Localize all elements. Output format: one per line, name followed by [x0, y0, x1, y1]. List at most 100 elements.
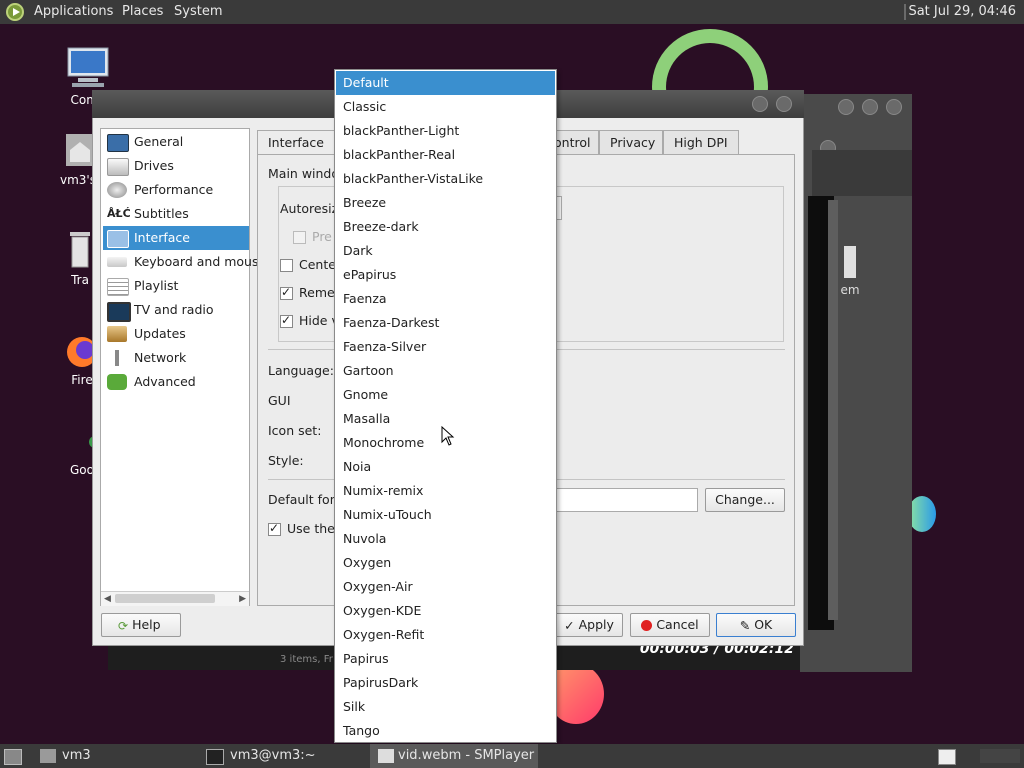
dropdown-item[interactable]: Papirus	[336, 647, 555, 671]
dropdown-item[interactable]: ePapirus	[336, 263, 555, 287]
sidebar-item-subtitles[interactable]: ÅŁĆ Subtitles	[103, 202, 249, 226]
pre-checkbox[interactable]	[293, 231, 306, 244]
language-label: Language:	[268, 363, 334, 378]
center-checkbox[interactable]	[280, 259, 293, 272]
icon-set-label: Icon set:	[268, 423, 322, 438]
taskbar-item-smplayer[interactable]: vid.webm - SMPlayer	[370, 744, 538, 768]
dropdown-item[interactable]: Gartoon	[336, 359, 555, 383]
sidebar-item-performance[interactable]: Performance	[103, 178, 249, 202]
dropdown-item[interactable]: PapirusDark	[336, 671, 555, 695]
dropdown-item[interactable]: Dark	[336, 239, 555, 263]
minimize-icon[interactable]	[752, 96, 768, 112]
hide-checkbox[interactable]	[280, 313, 293, 328]
dropdown-item[interactable]: blackPanther-Real	[336, 143, 555, 167]
distro-logo-icon[interactable]	[6, 3, 24, 21]
minimize-icon[interactable]	[838, 99, 854, 115]
scroll-thumb[interactable]	[115, 594, 215, 603]
dropdown-item[interactable]: Faenza-Silver	[336, 335, 555, 359]
tab-high-dpi[interactable]: High DPI	[663, 130, 739, 154]
dropdown-item[interactable]: Oxygen	[336, 551, 555, 575]
dropdown-item[interactable]: Breeze-dark	[336, 215, 555, 239]
smplayer-scrollbar[interactable]	[828, 200, 838, 620]
preferences-sidebar[interactable]: General Drives Performance ÅŁĆ Subtitles…	[100, 128, 266, 606]
taskbar-item-terminal[interactable]: vm3@vm3:~	[230, 744, 316, 768]
menu-places[interactable]: Places	[122, 0, 163, 24]
dropdown-item[interactable]: blackPanther-VistaLike	[336, 167, 555, 191]
dropdown-item[interactable]: Silk	[336, 695, 555, 719]
dropdown-item[interactable]: Tango	[336, 719, 555, 743]
workspace-empty[interactable]	[980, 749, 1020, 763]
file-icon	[844, 246, 856, 278]
menu-applications[interactable]: Applications	[34, 0, 113, 24]
tab-privacy[interactable]: Privacy	[599, 130, 663, 154]
sidebar-item-network[interactable]: Network	[103, 346, 249, 370]
clock[interactable]: Sat Jul 29, 04:46	[908, 0, 1016, 24]
dropdown-item[interactable]: Nuvola	[336, 527, 555, 551]
main-window-group-label: Main windo	[268, 166, 340, 181]
help-button[interactable]: ⟳ Help	[101, 613, 181, 637]
remember-checkbox[interactable]	[280, 285, 293, 300]
subtitles-icon: ÅŁĆ	[107, 207, 131, 220]
maximize-icon[interactable]	[862, 99, 878, 115]
playlist-icon	[107, 278, 129, 296]
sidebar-item-tv-radio[interactable]: TV and radio	[103, 298, 249, 322]
panel-separator	[904, 4, 906, 20]
status-items-text: 3 items, Fr	[280, 654, 333, 665]
dropdown-item[interactable]: Numix-uTouch	[336, 503, 555, 527]
dropdown-item[interactable]: Numix-remix	[336, 479, 555, 503]
updates-icon	[107, 326, 127, 342]
sidebar-item-drives[interactable]: Drives	[103, 154, 249, 178]
change-font-button[interactable]: Change...	[705, 488, 785, 512]
close-icon[interactable]	[886, 99, 902, 115]
advanced-icon	[107, 374, 127, 390]
tab-interface[interactable]: Interface	[257, 130, 335, 155]
terminal-icon	[206, 749, 224, 765]
dropdown-item[interactable]: Faenza-Darkest	[336, 311, 555, 335]
folder-icon	[40, 749, 56, 763]
bottom-taskbar: vm3 vm3@vm3:~ vid.webm - SMPlayer	[0, 744, 1024, 768]
sidebar-item-general[interactable]: General	[103, 130, 249, 154]
workspace-switcher-icon[interactable]	[938, 749, 956, 765]
dropdown-item[interactable]: Oxygen-Refit	[336, 623, 555, 647]
gui-label: GUI	[268, 393, 291, 408]
wallpaper-shape-blue	[908, 496, 936, 532]
dropdown-item[interactable]: blackPanther-Light	[336, 119, 555, 143]
dropdown-item[interactable]: Gnome	[336, 383, 555, 407]
general-icon	[107, 134, 129, 152]
icon-set-dropdown-list[interactable]: Default Classic blackPanther-Light blackPan…	[334, 69, 557, 743]
smplayer-icon	[378, 749, 394, 763]
sidebar-horizontal-scrollbar[interactable]: ◀ ▶	[101, 591, 249, 606]
apply-button[interactable]: ✓ Apply	[555, 613, 623, 637]
sidebar-item-interface[interactable]: Interface	[103, 226, 249, 250]
dropdown-item[interactable]: Faenza	[336, 287, 555, 311]
sidebar-item-updates[interactable]: Updates	[103, 322, 249, 346]
tv-icon	[107, 302, 131, 322]
smplayer-toolbar	[812, 150, 912, 196]
dropdown-item[interactable]: Oxygen-Air	[336, 575, 555, 599]
menu-system[interactable]: System	[174, 0, 222, 24]
cancel-button[interactable]: Cancel	[630, 613, 710, 637]
scroll-left-icon[interactable]: ◀	[104, 594, 111, 604]
drives-icon	[107, 158, 129, 176]
default-font-label: Default font	[268, 492, 343, 507]
network-icon	[107, 350, 127, 366]
sidebar-item-playlist[interactable]: Playlist	[103, 274, 249, 298]
dropdown-item[interactable]: Oxygen-KDE	[336, 599, 555, 623]
default-font-field[interactable]	[556, 488, 698, 512]
close-icon[interactable]	[776, 96, 792, 112]
cancel-icon	[641, 620, 653, 631]
top-panel: Applications Places System Sat Jul 29, 0…	[0, 0, 1024, 24]
ok-button[interactable]: ✎ OK	[716, 613, 796, 637]
taskbar-item-files[interactable]: vm3	[62, 744, 91, 768]
dropdown-item[interactable]: Default	[336, 71, 555, 95]
use-checkbox[interactable]	[268, 521, 281, 536]
dropdown-item[interactable]: Classic	[336, 95, 555, 119]
style-label: Style:	[268, 453, 304, 468]
dropdown-item[interactable]: Noia	[336, 455, 555, 479]
pre-label: Pre	[312, 229, 332, 244]
sidebar-item-advanced[interactable]: Advanced	[103, 370, 249, 394]
sidebar-item-keyboard[interactable]: Keyboard and mouse	[103, 250, 266, 274]
dropdown-item[interactable]: Breeze	[336, 191, 555, 215]
show-desktop-icon[interactable]	[4, 749, 22, 765]
scroll-right-icon[interactable]: ▶	[239, 594, 246, 604]
